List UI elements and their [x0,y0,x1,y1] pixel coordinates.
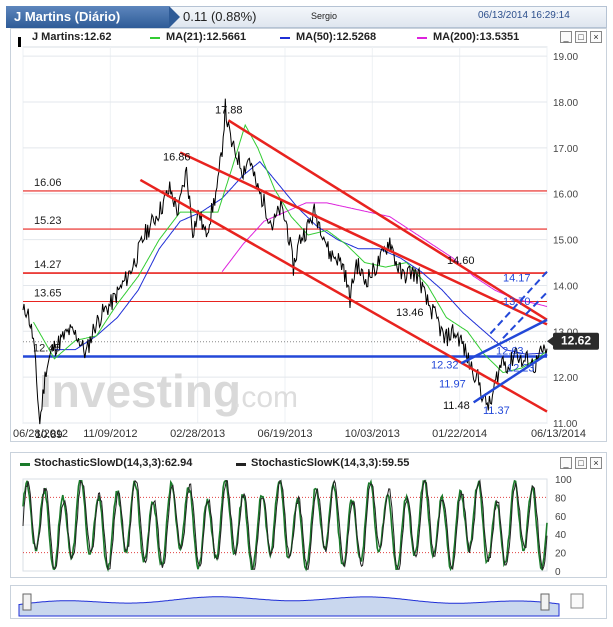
navigator-area [18,596,560,617]
stoch-close-button[interactable]: × [590,457,602,469]
annotation-label: 13.46 [396,307,424,319]
annotation-label: 16.86 [163,151,191,163]
last-price-pointer [547,336,553,346]
stochastic-chart-svg[interactable]: 100 80 60 40 20 0 [11,453,606,578]
stoch-y-tick-label: 40 [555,530,567,541]
y-tick-label: 17.00 [553,144,578,155]
stoch-maximize-button[interactable]: □ [575,457,587,469]
y-tick-label: 12.00 [553,373,578,384]
navigator-left-handle [22,593,32,611]
navigator-svg[interactable] [11,586,606,618]
watermark-brand: Investing [39,365,241,417]
annotation-label: 13.70 [503,296,531,308]
level-label: 15.23 [34,215,62,227]
stoch-y-tick-label: 100 [555,475,572,486]
x-tick-label: 01/22/2014 [432,428,487,440]
y-tick-label: 18.00 [553,98,578,109]
annotation-label: 12.23 [507,363,535,375]
chart-title: J Martins (Diário) [6,6,180,28]
stoch-d-legend: StochasticSlowD(14,3,3):62.94 [34,457,193,469]
navigator-right-handle [540,593,550,611]
annotation-label: 12.63 [496,345,524,357]
annotation-label: 11.97 [439,379,466,391]
x-tick-label: 02/28/2013 [170,428,225,440]
y-tick-label: 15.00 [553,236,578,247]
x-tick-label: 06/19/2013 [257,428,312,440]
price-legend-swatch [18,37,21,47]
annotation-label: 17.88 [215,105,243,117]
ma50-legend-swatch [280,37,290,39]
navigator-panel[interactable] [10,585,607,619]
stochastic-panel: 100 80 60 40 20 0 [10,452,607,578]
annotation-label: 11.48 [443,400,470,412]
timestamp: 06/13/2014 16:29:14 [478,10,570,21]
x-tick-label: 10/03/2013 [345,428,400,440]
maximize-button[interactable]: □ [575,31,587,43]
annotation-label: 10.89 [35,429,63,441]
stoch-y-tick-label: 0 [555,567,561,577]
level-label: 14.27 [34,259,62,271]
annotation-label: 14.60 [447,255,475,267]
price-chart-svg[interactable]: 19.0018.0017.0016.0015.0014.0013.0012.00… [11,29,606,441]
x-tick-label: 11/09/2012 [83,428,137,440]
price-change: 0.11 (0.88%) [183,9,257,24]
ma200-legend: MA(200):13.5351 [433,31,520,43]
x-tick-label: 06/13/2014 [531,428,586,440]
y-tick-label: 19.00 [553,52,578,63]
stoch-k-legend: StochasticSlowK(14,3,3):59.55 [251,457,410,469]
price-legend: J Martins:12.62 [32,31,112,43]
annotation-label: 11.37 [483,405,510,417]
ma21-legend-swatch [150,37,160,39]
stoch-y-tick-label: 60 [555,512,567,523]
level-label: 16.06 [34,177,62,189]
y-tick-label: 16.00 [553,190,578,201]
annotation-label: 14.17 [503,273,531,285]
ma200-legend-swatch [417,37,427,39]
close-button[interactable]: × [590,31,602,43]
stoch-d-legend-swatch [20,463,30,466]
stoch-y-tick-label: 80 [555,493,567,504]
exchange-label: Sergio [311,11,338,21]
price-chart-panel: 19.0018.0017.0016.0015.0014.0013.0012.00… [10,28,607,442]
annotation-label: 12.32 [431,359,459,371]
minimize-button[interactable]: _ [560,31,572,43]
watermark-suffix: .com [233,381,298,414]
navigator-scroll-right-button [570,593,584,609]
ma50-legend: MA(50):12.5268 [296,31,377,43]
stoch-k-legend-swatch [236,463,246,466]
last-price-label: 12.62 [561,334,591,348]
ma21-legend: MA(21):12.5661 [166,31,247,43]
level-label: 13.65 [34,287,62,299]
y-tick-label: 14.00 [553,281,578,292]
stoch-y-tick-label: 20 [555,549,567,560]
stoch-minimize-button[interactable]: _ [560,457,572,469]
